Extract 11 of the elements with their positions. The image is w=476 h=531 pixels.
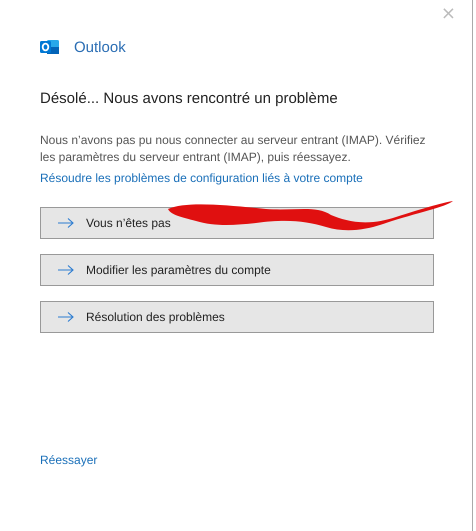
app-name: Outlook [74,38,126,56]
outlook-logo-icon [40,38,60,56]
action-button[interactable]: Modifier les paramètres du compte [40,254,434,286]
arrow-right-icon [58,218,74,228]
help-link[interactable]: Résoudre les problèmes de configuration liés à votre compte [40,171,363,185]
action-button[interactable]: Résolution des problèmes [40,301,434,333]
retry-link[interactable]: Réessayer [40,453,98,467]
error-message: Nous n’avons pas pu nous connecter au serveur entrant (IMAP). Vérifiez les paramètres du serveur entrant (IMAP), puis réessayez. [40,132,427,166]
arrow-right-icon [58,265,74,275]
arrow-right-icon [58,312,74,322]
error-heading: Désolé... Nous avons rencontré un problème [40,90,339,107]
